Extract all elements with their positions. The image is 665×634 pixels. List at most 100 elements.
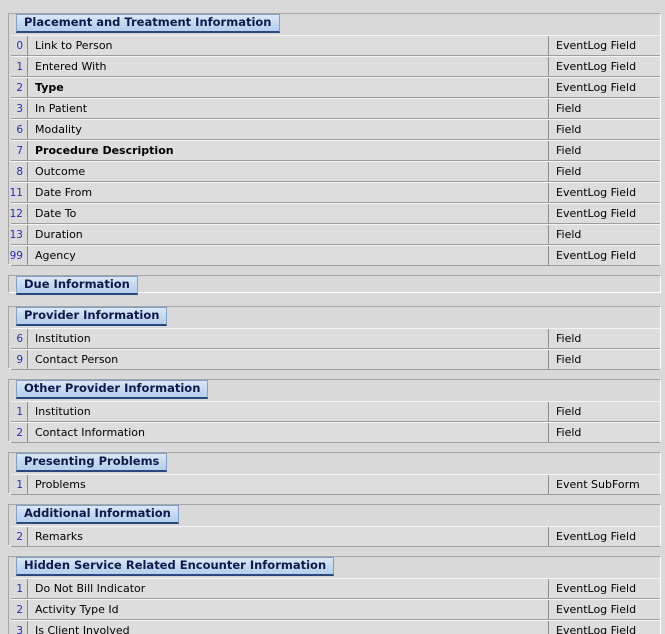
- table-row[interactable]: 1 Institution Field: [11, 401, 660, 422]
- section-title[interactable]: Other Provider Information: [16, 380, 209, 399]
- row-label[interactable]: Problems: [27, 475, 548, 494]
- row-type: Field: [548, 225, 660, 244]
- row-type: Field: [548, 402, 660, 421]
- row-index: 1: [11, 57, 27, 76]
- row-label[interactable]: Agency: [27, 246, 548, 265]
- row-type: EventLog Field: [548, 204, 660, 223]
- section-rows: 6 Institution Field 9 Contact Person Field: [2, 328, 663, 370]
- table-row[interactable]: 1 Entered With EventLog Field: [11, 56, 660, 77]
- table-row[interactable]: 11 Date From EventLog Field: [10, 182, 660, 203]
- row-label[interactable]: Modality: [27, 120, 548, 139]
- table-row[interactable]: 1 Do Not Bill Indicator EventLog Field: [11, 578, 660, 599]
- row-index: 12: [10, 204, 27, 223]
- section-rows: 1 Problems Event SubForm: [2, 474, 663, 495]
- row-type: Field: [548, 329, 660, 348]
- row-type: Field: [548, 423, 660, 442]
- row-index: 2: [11, 527, 27, 546]
- row-index: 2: [11, 600, 27, 619]
- row-type: EventLog Field: [548, 579, 660, 598]
- section-group: Placement and Treatment Information 0 Link…: [2, 4, 663, 266]
- row-label[interactable]: Date To: [27, 204, 548, 223]
- row-type: EventLog Field: [548, 600, 660, 619]
- row-index: 1: [11, 402, 27, 421]
- table-row[interactable]: 13 Duration Field: [10, 224, 660, 245]
- table-row[interactable]: 2 Remarks EventLog Field: [11, 526, 660, 547]
- row-label[interactable]: Entered With: [27, 57, 548, 76]
- table-row[interactable]: 99 Agency EventLog Field: [10, 245, 660, 266]
- row-index: 2: [11, 423, 27, 442]
- row-type: EventLog Field: [548, 57, 660, 76]
- table-row[interactable]: 8 Outcome Field: [11, 161, 660, 182]
- row-index: 99: [10, 246, 27, 265]
- section-group: Hidden Service Related Encounter Informa…: [2, 547, 663, 634]
- table-row[interactable]: 12 Date To EventLog Field: [10, 203, 660, 224]
- row-index: 13: [10, 225, 27, 244]
- row-type: Event SubForm: [548, 475, 660, 494]
- section-title[interactable]: Provider Information: [16, 307, 168, 326]
- row-type: EventLog Field: [548, 527, 660, 546]
- row-index: 3: [11, 621, 27, 634]
- section-group: Due Information: [2, 266, 663, 295]
- row-label[interactable]: Do Not Bill Indicator: [27, 579, 548, 598]
- row-type: EventLog Field: [548, 78, 660, 97]
- form-designer-panel: Placement and Treatment Information 0 Link…: [0, 0, 665, 634]
- section-title[interactable]: Due Information: [16, 276, 138, 295]
- section-rows: 0 Link to Person EventLog Field 1 Entered Wi…: [2, 35, 663, 266]
- row-label[interactable]: In Patient: [27, 99, 548, 118]
- section-title[interactable]: Additional Information: [16, 505, 179, 524]
- table-row[interactable]: 9 Contact Person Field: [11, 349, 660, 370]
- section-group: Additional Information 2 Remarks EventLog F…: [2, 495, 663, 547]
- row-type: Field: [548, 162, 660, 181]
- section-group: Other Provider Information 1 Institution Fi…: [2, 370, 663, 443]
- row-label[interactable]: Institution: [27, 329, 548, 348]
- row-label[interactable]: Link to Person: [27, 36, 548, 55]
- table-row[interactable]: 7 Procedure Description Field: [11, 140, 660, 161]
- table-row[interactable]: 0 Link to Person EventLog Field: [11, 35, 660, 56]
- row-label[interactable]: Institution: [27, 402, 548, 421]
- row-label[interactable]: Date From: [27, 183, 548, 202]
- table-row[interactable]: 3 Is Client Involved EventLog Field: [11, 620, 660, 634]
- table-row[interactable]: 3 In Patient Field: [11, 98, 660, 119]
- row-type: EventLog Field: [548, 246, 660, 265]
- row-type: Field: [548, 141, 660, 160]
- row-label[interactable]: Duration: [27, 225, 548, 244]
- row-type: Field: [548, 99, 660, 118]
- section-rows: 1 Do Not Bill Indicator EventLog Field 2 Act…: [2, 578, 663, 634]
- row-index: 7: [11, 141, 27, 160]
- row-label[interactable]: Activity Type Id: [27, 600, 548, 619]
- row-index: 2: [11, 78, 27, 97]
- table-row[interactable]: 6 Institution Field: [11, 328, 660, 349]
- section-title[interactable]: Presenting Problems: [16, 453, 168, 472]
- row-index: 6: [11, 120, 27, 139]
- row-type: Field: [548, 120, 660, 139]
- row-label[interactable]: Remarks: [27, 527, 548, 546]
- row-label[interactable]: Contact Information: [27, 423, 548, 442]
- row-index: 1: [11, 475, 27, 494]
- section-group: Presenting Problems 1 Problems Event SubFor…: [2, 443, 663, 495]
- row-label[interactable]: Type: [27, 78, 548, 97]
- row-index: 0: [11, 36, 27, 55]
- row-label[interactable]: Procedure Description: [27, 141, 548, 160]
- section-rows: 2 Remarks EventLog Field: [2, 526, 663, 547]
- row-label[interactable]: Outcome: [27, 162, 548, 181]
- row-index: 8: [11, 162, 27, 181]
- row-index: 3: [11, 99, 27, 118]
- table-row[interactable]: 2 Contact Information Field: [11, 422, 660, 443]
- row-type: Field: [548, 350, 660, 369]
- table-row[interactable]: 6 Modality Field: [11, 119, 660, 140]
- section-group: Provider Information 6 Institution Field 9 Co…: [2, 297, 663, 370]
- section-title[interactable]: Hidden Service Related Encounter Informa…: [16, 557, 335, 576]
- row-index: 11: [10, 183, 27, 202]
- section-title[interactable]: Placement and Treatment Information: [16, 14, 280, 33]
- row-index: 1: [11, 579, 27, 598]
- row-label[interactable]: Is Client Involved: [27, 621, 548, 634]
- row-type: EventLog Field: [548, 183, 660, 202]
- table-row[interactable]: 1 Problems Event SubForm: [11, 474, 660, 495]
- table-row[interactable]: 2 Activity Type Id EventLog Field: [11, 599, 660, 620]
- row-type: EventLog Field: [548, 36, 660, 55]
- row-type: EventLog Field: [548, 621, 660, 634]
- section-rows: 1 Institution Field 2 Contact Information Fie…: [2, 401, 663, 443]
- row-index: 6: [11, 329, 27, 348]
- table-row[interactable]: 2 Type EventLog Field: [11, 77, 660, 98]
- row-label[interactable]: Contact Person: [27, 350, 548, 369]
